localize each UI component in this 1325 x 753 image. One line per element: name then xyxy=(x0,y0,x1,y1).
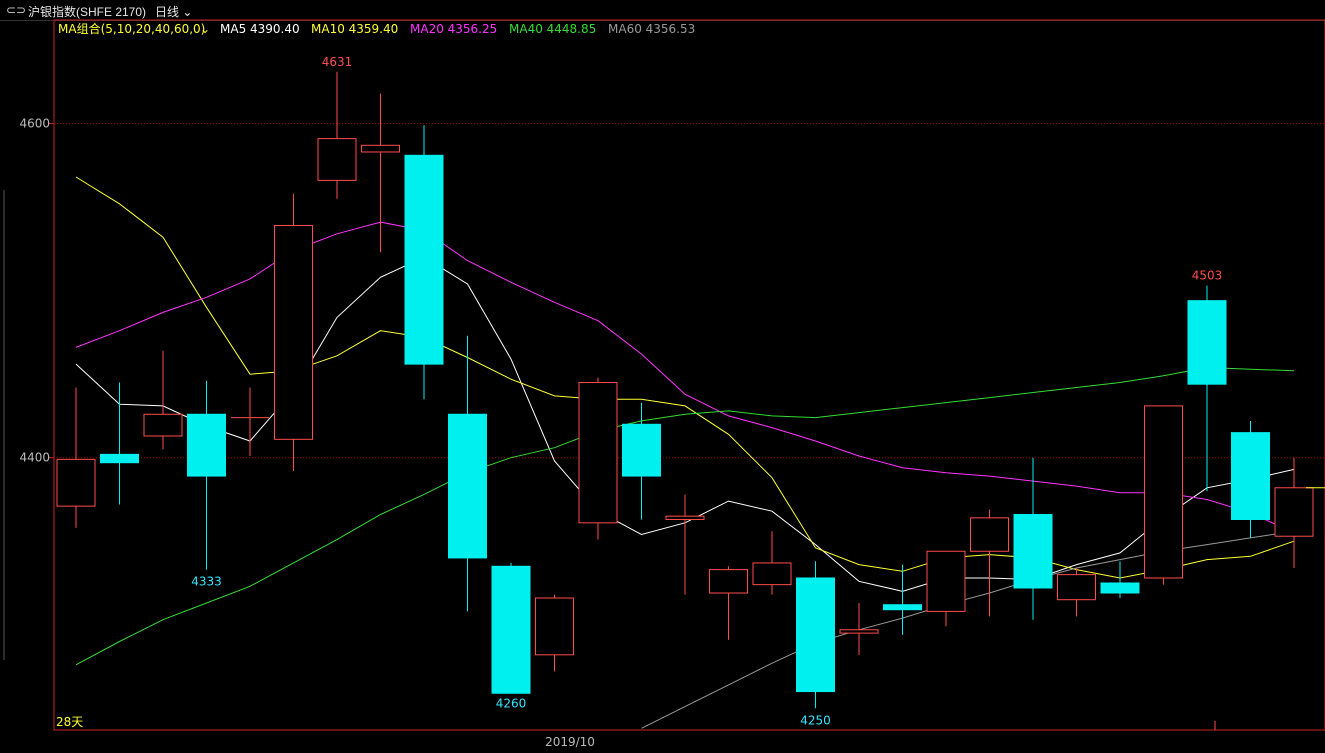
candle-body xyxy=(1013,513,1053,589)
ma-value-label: MA20 4356.25 xyxy=(410,22,497,36)
candle xyxy=(448,335,487,612)
candle-body xyxy=(839,629,879,634)
candle-body xyxy=(970,517,1009,552)
ma-value-label: MA10 4359.40 xyxy=(311,22,398,36)
ma-value-label: MA40 4448.85 xyxy=(509,22,596,36)
candle-body xyxy=(143,413,183,437)
candle xyxy=(1100,561,1140,599)
candle xyxy=(361,93,400,253)
annotation-label: 4631 xyxy=(322,55,353,69)
candle xyxy=(926,550,966,627)
candle xyxy=(1187,285,1227,492)
candle xyxy=(709,566,748,640)
candle-body xyxy=(622,423,661,477)
candle xyxy=(752,531,792,595)
candle-body xyxy=(361,144,400,153)
candle-body xyxy=(665,515,705,521)
annotation-label: 4503 xyxy=(1192,269,1223,283)
candle xyxy=(187,380,226,570)
candle xyxy=(535,594,574,672)
annotation-label: 4250 xyxy=(800,713,831,727)
candle-body xyxy=(100,453,139,464)
series-line-ma20 xyxy=(75,221,1295,534)
candle-body xyxy=(578,382,618,524)
candle xyxy=(100,382,139,505)
candle xyxy=(317,71,357,199)
candle xyxy=(491,562,531,694)
annotation-label: 4260 xyxy=(496,697,527,711)
candle-body xyxy=(1187,300,1227,385)
candle-body xyxy=(274,224,313,440)
annotation-label: 4333 xyxy=(191,575,222,589)
candle-body xyxy=(883,604,922,611)
candle-body xyxy=(796,577,835,693)
y-tick-label-4400: 4400 xyxy=(19,451,50,465)
candle-body xyxy=(56,458,96,507)
candle xyxy=(839,603,879,655)
candlestick-chart[interactable]: 4600 4400 4631 4333 4260 4250 4503 MA组合(5,10,… xyxy=(0,0,1325,753)
candle xyxy=(578,377,618,540)
candle xyxy=(231,387,269,457)
candle-body xyxy=(926,550,966,612)
candle xyxy=(56,387,96,528)
candle-body xyxy=(535,597,574,656)
candle xyxy=(404,125,444,400)
candle-body xyxy=(317,138,357,181)
series-line-ma60 xyxy=(641,530,1295,729)
ma-combo-label: MA组合(5,10,20,40,60,0) xyxy=(58,21,205,36)
candle-body xyxy=(187,413,226,477)
candle xyxy=(274,193,313,472)
plot-frame xyxy=(53,19,1325,731)
candle xyxy=(796,561,835,709)
candle xyxy=(1274,457,1314,568)
candle xyxy=(883,564,922,635)
candle-body xyxy=(1274,487,1314,537)
y-tick-label-4600: 4600 xyxy=(19,117,50,131)
candle-body xyxy=(1144,405,1183,579)
candle xyxy=(665,494,705,595)
candle xyxy=(143,350,183,450)
candle xyxy=(1057,567,1096,617)
candle-body xyxy=(404,154,444,365)
candle-body xyxy=(448,413,487,559)
ma-value-label: MA60 4356.53 xyxy=(608,22,695,36)
candle xyxy=(622,402,661,520)
candle xyxy=(1013,457,1053,620)
candle-body xyxy=(1231,432,1270,521)
x-axis-date-label: 2019/10 xyxy=(545,735,595,749)
corner-label: 28天 xyxy=(56,715,83,729)
candle xyxy=(1231,420,1270,538)
candle-body xyxy=(491,565,531,694)
candle xyxy=(970,509,1009,617)
candle-body xyxy=(752,562,792,586)
candle-body xyxy=(1100,582,1140,594)
candle xyxy=(1144,405,1183,585)
candle-body xyxy=(709,569,748,594)
candle-body xyxy=(1057,574,1096,601)
chevron-down-icon: ⌄ xyxy=(200,22,210,36)
ma-value-label: MA5 4390.40 xyxy=(220,22,300,36)
